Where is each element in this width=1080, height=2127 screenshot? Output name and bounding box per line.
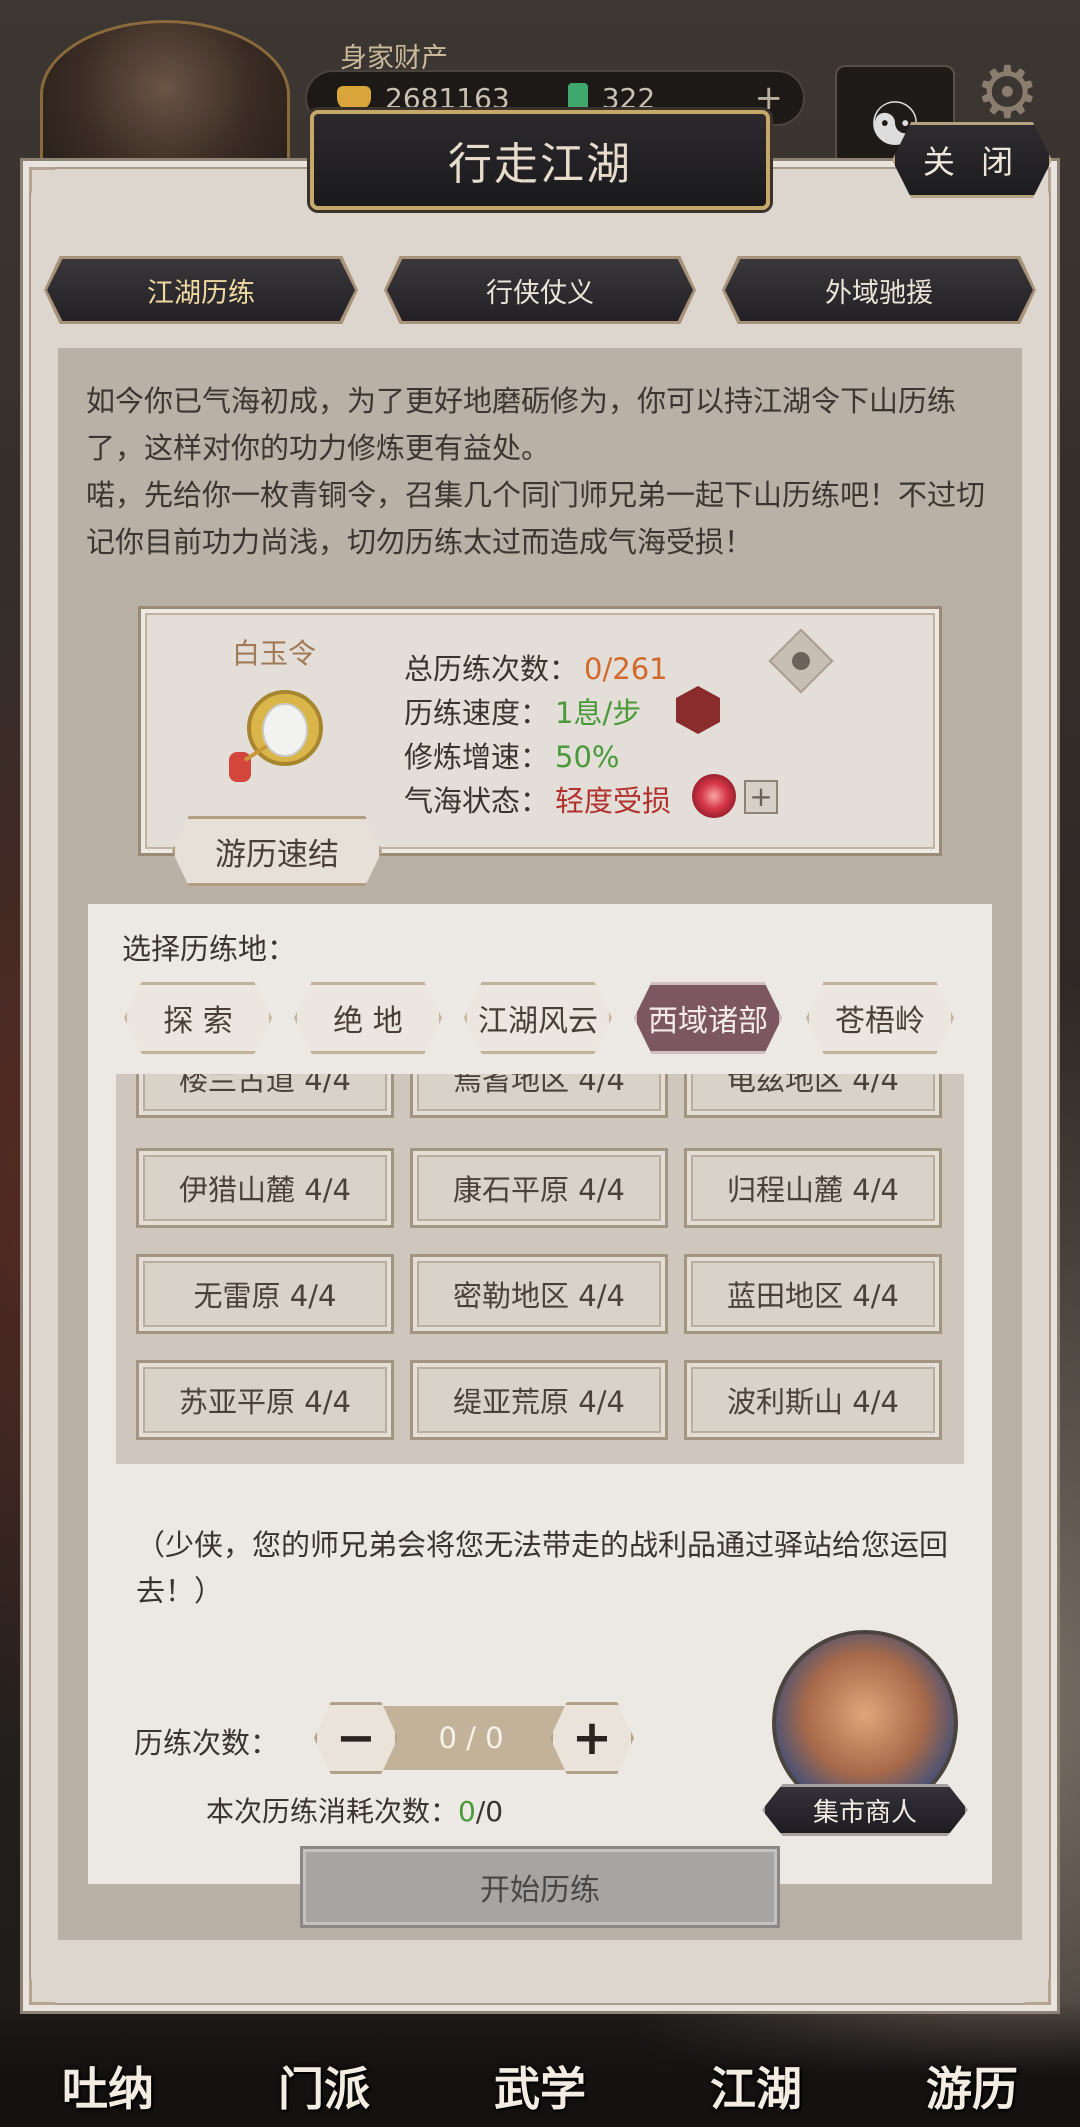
region-tab-jedi[interactable]: 绝 地 xyxy=(294,982,442,1054)
location-cell[interactable]: 蓝田地区 4/4 xyxy=(684,1254,942,1334)
location-cell[interactable]: 苏亚平原 4/4 xyxy=(136,1360,394,1440)
stat-boost-value: 50% xyxy=(555,740,620,774)
stat-speed-label: 历练速度： xyxy=(404,696,550,730)
stat-boost-label: 修炼增速： xyxy=(404,740,550,774)
location-cell[interactable]: 康石平原 4/4 xyxy=(410,1148,668,1228)
nav-martial[interactable]: 武学 xyxy=(450,1999,630,2119)
jade-icon xyxy=(567,83,588,113)
stat-speed-value: 1息/步 xyxy=(555,696,642,730)
stat-total-value: 0/261 xyxy=(584,652,668,686)
location-cell[interactable]: 缇亚荒原 4/4 xyxy=(410,1360,668,1440)
tab-jianghu-training[interactable]: 江湖历练 xyxy=(47,259,355,321)
stat-qi-label: 气海状态： xyxy=(404,784,550,818)
consume-total: /0 xyxy=(475,1795,504,1828)
merchant-button[interactable]: 集市商人 xyxy=(762,1784,968,1836)
nav-jianghu[interactable]: 江湖 xyxy=(666,1999,846,2119)
location-cell[interactable]: 楼兰古道 4/4 xyxy=(136,1074,394,1118)
token-name: 白玉令 xyxy=(232,637,317,670)
nav-sect[interactable]: 门派 xyxy=(234,1999,414,2119)
location-cell[interactable]: 密勒地区 4/4 xyxy=(410,1254,668,1334)
start-training-button[interactable]: 开始历练 xyxy=(300,1846,780,1928)
decrement-button[interactable]: − xyxy=(314,1702,398,1774)
qi-swirl-icon xyxy=(692,774,736,818)
select-location-label: 选择历练地： xyxy=(122,932,297,966)
gold-icon xyxy=(337,86,371,110)
increment-button[interactable]: + xyxy=(550,1702,634,1774)
intro-paragraph: 如今你已气海初成，为了更好地磨砺修为，你可以持江湖令下山历练了，这样对你的功力修… xyxy=(86,384,957,465)
loot-note: （少侠，您的师兄弟会将您无法带走的战利品通过驿站给您运回去！） xyxy=(136,1528,949,1608)
consume-label: 本次历练消耗次数： xyxy=(206,1795,459,1828)
bottom-nav: 吐纳 门派 武学 江湖 游历 xyxy=(0,2000,1080,2127)
gear-icon[interactable]: ⚙ xyxy=(975,50,1040,134)
corner-ornament xyxy=(1025,1979,1051,2005)
stat-speed: 历练速度： 1息/步 xyxy=(404,690,641,732)
stat-qi-value: 轻度受损 xyxy=(555,784,672,818)
stat-total-label: 总历练次数： xyxy=(404,652,579,686)
consume-used: 0 xyxy=(458,1795,476,1828)
dialog-title: 行走江湖 xyxy=(310,110,770,210)
close-button[interactable]: 关 闭 xyxy=(892,122,1052,198)
intro-text: 如今你已气海初成，为了更好地磨砺修为，你可以持江湖令下山历练了，这样对你的功力修… xyxy=(86,378,1000,566)
location-grid: 楼兰古道 4/4 焉耆地区 4/4 龟兹地区 4/4 伊猎山麓 4/4 康石平原… xyxy=(116,1074,964,1464)
location-cell[interactable]: 波利斯山 4/4 xyxy=(684,1360,942,1440)
stat-total: 总历练次数： 0/261 xyxy=(404,646,668,688)
jade-token-icon xyxy=(229,690,323,782)
nav-tuna[interactable]: 吐纳 xyxy=(18,1999,198,2119)
stat-qi: 气海状态： 轻度受损 xyxy=(404,778,671,820)
region-tab-cangwu-ridge[interactable]: 苍梧岭 xyxy=(806,982,954,1054)
region-tab-western-tribes[interactable]: 西域诸部 xyxy=(634,982,782,1054)
stat-boost: 修炼增速： 50% xyxy=(404,734,619,776)
player-avatar[interactable] xyxy=(40,20,290,170)
location-cell[interactable]: 龟兹地区 4/4 xyxy=(684,1074,942,1118)
intro-paragraph: 喏，先给你一枚青铜令，召集几个同门师兄弟一起下山历练吧！不过切记你目前功力尚浅，… xyxy=(86,478,986,559)
count-label: 历练次数： xyxy=(134,1726,280,1760)
nav-travel[interactable]: 游历 xyxy=(882,1999,1062,2119)
corner-ornament xyxy=(29,167,55,193)
tab-chivalry[interactable]: 行侠仗义 xyxy=(387,259,693,321)
location-cell[interactable]: 无雷原 4/4 xyxy=(136,1254,394,1334)
corner-ornament xyxy=(29,1979,55,2005)
consume-count: 本次历练消耗次数：0/0 xyxy=(206,1790,503,1830)
location-cell[interactable]: 归程山麓 4/4 xyxy=(684,1148,942,1228)
location-cell[interactable]: 焉耆地区 4/4 xyxy=(410,1074,668,1118)
region-tab-explore[interactable]: 探 索 xyxy=(124,982,272,1054)
location-cell[interactable]: 伊猎山麓 4/4 xyxy=(136,1148,394,1228)
tab-foreign-aid[interactable]: 外域驰援 xyxy=(725,259,1033,321)
quick-finish-button[interactable]: 游历速结 xyxy=(172,816,382,886)
region-tab-jianghu-fengyun[interactable]: 江湖风云 xyxy=(464,982,612,1054)
intro-paragraphs: 如今你已气海初成，为了更好地磨砺修为，你可以持江湖令下山历练了，这样对你的功力修… xyxy=(86,378,1000,566)
heal-qi-button[interactable]: + xyxy=(744,780,778,814)
